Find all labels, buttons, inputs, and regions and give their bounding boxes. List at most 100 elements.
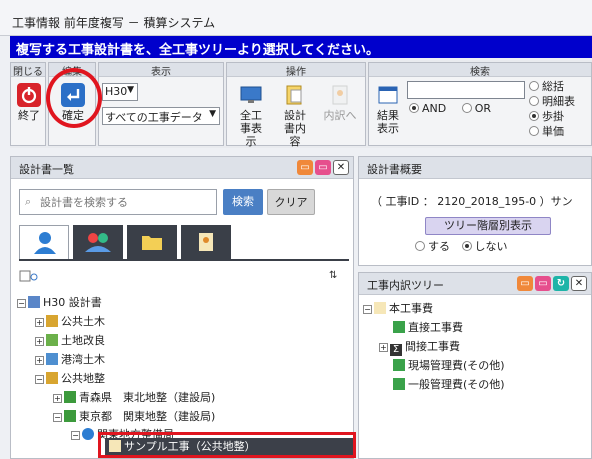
close-group: 閉じる 終了 bbox=[10, 62, 46, 146]
design-overview-panel: 設計書概要 （ 工事ID ： 2120_2018_195-0 ）サン ツリー階層… bbox=[358, 156, 592, 266]
search-group-title: 検索 bbox=[369, 63, 591, 78]
design-search-input[interactable] bbox=[40, 194, 212, 211]
and-label: AND bbox=[422, 102, 447, 115]
search-icon: ⌕ bbox=[25, 195, 32, 208]
confirm-button[interactable]: 確定 bbox=[59, 83, 87, 122]
breakdown-node-label: 間接工事費 bbox=[405, 340, 460, 353]
design-overview-header: 設計書概要 bbox=[359, 157, 591, 179]
expand-icon: + bbox=[53, 394, 62, 403]
level-radio-rate[interactable]: 歩掛 bbox=[529, 109, 575, 124]
tree-node-label: 公共土木 bbox=[61, 315, 105, 328]
level-radio-summary[interactable]: 総括 bbox=[529, 79, 575, 94]
option-yes-label: する bbox=[428, 240, 450, 253]
breakdown-node-general-mgmt[interactable]: 一般管理費(その他) bbox=[393, 377, 505, 393]
instruction-banner: 複写する工事設計書を、全工事ツリーより選択してください。 bbox=[10, 36, 592, 58]
tab-group[interactable] bbox=[73, 225, 123, 259]
level-radio-unit-price[interactable]: 単価 bbox=[529, 124, 575, 139]
tab-underline bbox=[19, 259, 349, 261]
option-no-label: しない bbox=[474, 240, 508, 253]
tree-node-label: 東京都 関東地整（建設局) bbox=[79, 410, 216, 423]
breakdown-node-indirect[interactable]: + Σ 間接工事費 bbox=[379, 339, 460, 356]
tab-person[interactable] bbox=[19, 225, 69, 259]
chevron-down-icon: ▼ bbox=[209, 109, 216, 119]
confirm-label: 確定 bbox=[62, 109, 84, 122]
folder-icon[interactable]: ▭ bbox=[517, 276, 533, 291]
close-icon[interactable]: ✕ bbox=[333, 160, 349, 175]
level-radio-detail[interactable]: 明細表 bbox=[529, 94, 575, 109]
refresh-icon[interactable]: ↻ bbox=[553, 276, 569, 291]
breakdown-node-label: 一般管理費(その他) bbox=[408, 378, 505, 391]
option-no[interactable]: しない bbox=[461, 240, 508, 253]
clear-button[interactable]: クリア bbox=[267, 189, 315, 215]
chevron-down-icon: ▼ bbox=[127, 85, 134, 95]
expand-icon: + bbox=[35, 356, 44, 365]
folder-icon bbox=[142, 236, 162, 250]
collapse-icon: − bbox=[17, 299, 26, 308]
operations-group-title: 操作 bbox=[227, 63, 365, 78]
breakdown-node-label: 現場管理費(その他) bbox=[408, 359, 505, 372]
filter-select-value: すべての工事データ bbox=[105, 111, 203, 124]
design-content-label: 設計書内容 bbox=[284, 109, 306, 148]
region-map-icon bbox=[64, 391, 76, 403]
crane-icon bbox=[46, 315, 58, 327]
expand-icon: + bbox=[35, 318, 44, 327]
design-list-header: 設計書一覧 ▭ ▭ ✕ bbox=[11, 157, 353, 179]
tree-node-public-region[interactable]: − 公共地整 bbox=[35, 371, 105, 387]
level-label: 単価 bbox=[542, 125, 564, 138]
person-icon bbox=[82, 428, 94, 440]
tree-node-sample-project[interactable]: サンプル工事（公共地整） bbox=[105, 438, 353, 455]
exit-button[interactable]: 終了 bbox=[15, 83, 43, 122]
close-icon[interactable]: ✕ bbox=[571, 276, 587, 291]
app-window: 工事情報 前年度複写 － 積算システム 複写する工事設計書を、全工事ツリーより選… bbox=[0, 0, 592, 459]
person-doc-icon bbox=[328, 83, 352, 107]
power-icon bbox=[17, 83, 41, 107]
tree-node-tokyo[interactable]: − 東京都 関東地整（建設局) bbox=[53, 409, 215, 425]
open-folder-icon[interactable]: ▭ bbox=[535, 276, 551, 291]
to-internal-button[interactable]: 内訳へ bbox=[319, 83, 361, 122]
tab-document[interactable] bbox=[181, 225, 231, 259]
breakdown-node-direct[interactable]: 直接工事費 bbox=[393, 320, 463, 336]
tree-node-label: 公共地整 bbox=[61, 372, 105, 385]
crane-icon bbox=[46, 372, 58, 384]
open-folder-icon[interactable]: ▭ bbox=[315, 160, 331, 175]
collapse-icon: − bbox=[363, 305, 372, 314]
level-label: 明細表 bbox=[542, 95, 575, 108]
and-or-options: AND OR bbox=[409, 102, 491, 115]
option-yes[interactable]: する bbox=[415, 240, 450, 253]
document-icon bbox=[109, 440, 121, 452]
design-content-button[interactable]: 設計書内容 bbox=[275, 83, 315, 148]
show-all-button[interactable]: 全工事表示 bbox=[231, 83, 271, 148]
collapse-icon: − bbox=[35, 375, 44, 384]
search-button[interactable]: 検索 bbox=[223, 189, 263, 215]
person-icon bbox=[34, 232, 56, 254]
or-radio[interactable]: OR bbox=[461, 102, 491, 115]
tree-node-port[interactable]: + 港湾土木 bbox=[35, 352, 105, 368]
checkbox-icon bbox=[19, 270, 38, 282]
sort-icon[interactable]: ⇅ bbox=[329, 270, 337, 281]
design-search-box[interactable]: ⌕ bbox=[19, 189, 217, 215]
window-icon bbox=[376, 83, 400, 107]
tree-node-label: H30 設計書 bbox=[43, 296, 102, 309]
select-checkbox[interactable] bbox=[19, 270, 39, 287]
tree-view-button[interactable]: ツリー階層別表示 bbox=[425, 217, 551, 235]
year-select[interactable]: H30 ▼ bbox=[102, 83, 138, 101]
breakdown-node-main[interactable]: − 本工事費 bbox=[363, 301, 433, 317]
tree-node-aomori[interactable]: + 青森県 東北地整（建設局) bbox=[53, 390, 215, 406]
search-group: 検索 結果表示 AND OR 総括 明細表 歩掛 単価 bbox=[368, 62, 592, 146]
tree-node-root[interactable]: − H30 設計書 bbox=[17, 295, 102, 311]
tree-node-public-civil[interactable]: + 公共土木 bbox=[35, 314, 105, 330]
tab-folder[interactable] bbox=[127, 225, 177, 259]
tree-node-label: 青森県 東北地整（建設局) bbox=[79, 391, 216, 404]
level-label: 総括 bbox=[542, 80, 564, 93]
and-radio[interactable]: AND bbox=[409, 102, 446, 115]
folder-icon[interactable]: ▭ bbox=[297, 160, 313, 175]
results-button[interactable]: 結果表示 bbox=[371, 83, 405, 135]
project-id-line: （ 工事ID ： 2120_2018_195-0 ）サン bbox=[371, 195, 573, 208]
breakdown-node-site-mgmt[interactable]: 現場管理費(その他) bbox=[393, 358, 505, 374]
window-title: 工事情報 前年度複写 － 積算システム bbox=[0, 0, 592, 36]
keyword-input[interactable] bbox=[407, 81, 525, 99]
tree-node-land-improvement[interactable]: + 土地改良 bbox=[35, 333, 105, 349]
filter-select[interactable]: すべての工事データ ▼ bbox=[102, 107, 220, 125]
list-icon bbox=[393, 321, 405, 333]
show-all-label: 全工事表示 bbox=[240, 109, 262, 148]
